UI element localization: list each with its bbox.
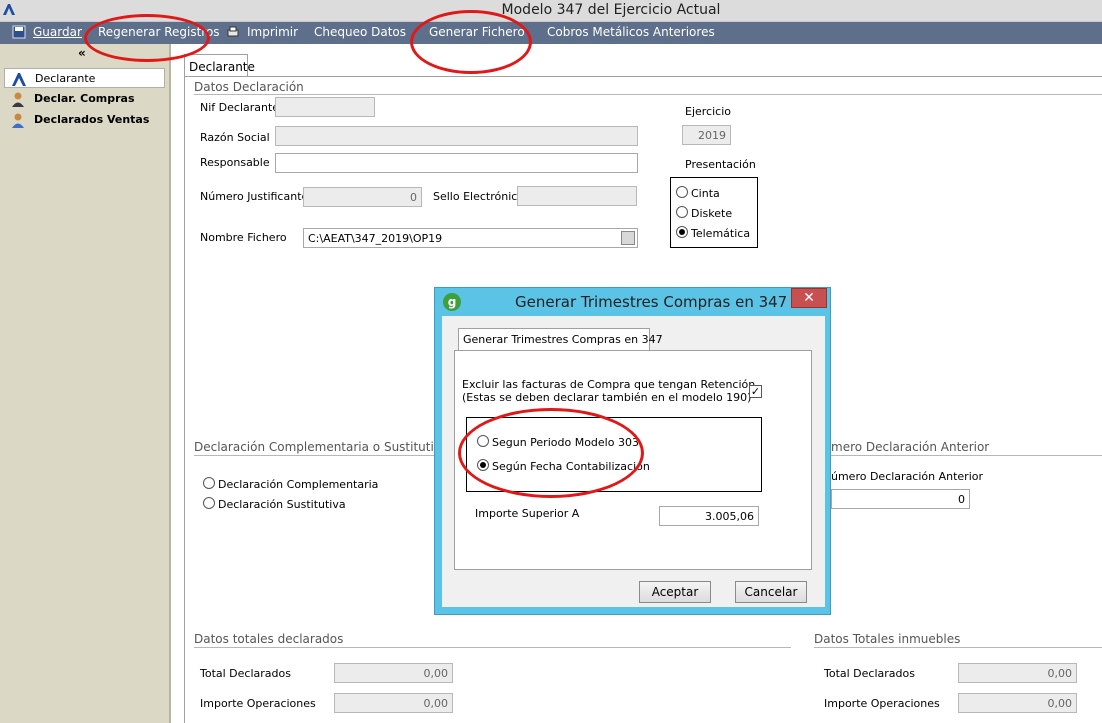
generar-trimestres-dialog: g Generar Trimestres Compras en 347 ✕ Ge… <box>434 287 831 615</box>
radio-diskete[interactable] <box>676 206 688 218</box>
ejercicio-label: Ejercicio <box>685 105 731 118</box>
total-declarados-label: Total Declarados <box>200 667 291 680</box>
tab-declarante[interactable]: Declarante <box>184 54 255 76</box>
tab-baseline <box>184 76 1102 77</box>
inmuebles-total-field[interactable]: 0,00 <box>958 663 1077 683</box>
dialog-tab[interactable]: Generar Trimestres Compras en 347 <box>458 328 663 350</box>
app-g-icon: g <box>443 293 461 311</box>
radio-complementaria[interactable] <box>203 477 215 489</box>
toolbar: Guardar Regenerar Registros Imprimir Che… <box>0 22 1102 44</box>
browse-file-button[interactable] <box>621 231 635 245</box>
inmuebles-total-label: Total Declarados <box>824 667 915 680</box>
responsable-field[interactable] <box>275 153 638 173</box>
presentacion-label: Presentación <box>685 158 756 171</box>
sello-electronico-field[interactable] <box>517 186 637 206</box>
accept-button[interactable]: Aceptar <box>639 581 711 603</box>
radio-telematica[interactable] <box>676 226 688 238</box>
window-titlebar: Modelo 347 del Ejercicio Actual <box>0 0 1102 22</box>
fecha-option-group <box>466 417 762 492</box>
sidebar-collapse-button[interactable]: « <box>78 46 86 60</box>
print-icon <box>227 26 239 37</box>
exclude-retencion-checkbox[interactable]: ✓ <box>749 385 762 398</box>
group-divider <box>194 455 434 456</box>
save-button[interactable]: Guardar <box>33 25 82 39</box>
radio-segun-periodo[interactable] <box>477 435 489 447</box>
radio-complementaria-label: Declaración Complementaria <box>218 478 379 491</box>
inmuebles-importe-field[interactable]: 0,00 <box>958 693 1077 713</box>
group-title-anterior: mero Declaración Anterior <box>831 440 990 454</box>
dialog-panel: Excluir las facturas de Compra que tenga… <box>454 350 812 570</box>
radio-segun-fecha-label: Según Fecha Contabilización <box>492 460 650 473</box>
radio-sustitutiva-label: Declaración Sustitutiva <box>218 498 346 511</box>
responsable-label: Responsable <box>200 156 270 169</box>
previous-cash-payments-button[interactable]: Cobros Metálicos Anteriores <box>547 25 715 39</box>
sidebar-item-label: Declarante <box>35 72 96 85</box>
generate-file-button[interactable]: Generar Fichero <box>429 25 525 39</box>
sidebar-item-label: Declar. Compras <box>34 92 135 105</box>
exclude-label-line1: Excluir las facturas de Compra que tenga… <box>462 378 756 391</box>
sello-electronico-label: Sello Electrónico <box>433 190 525 203</box>
radio-telematica-label: Telemática <box>691 227 751 240</box>
radio-sustitutiva[interactable] <box>203 497 215 509</box>
exclude-label-line2: (Estas se deben declarar también en el m… <box>462 391 752 404</box>
sidebar-item-label: Declarados Ventas <box>34 113 150 126</box>
aeat-logo-icon <box>12 73 26 86</box>
sidebar <box>0 44 171 723</box>
numero-justificante-label: Número Justificante <box>200 190 309 203</box>
close-icon[interactable]: ✕ <box>791 288 827 308</box>
nif-field[interactable] <box>275 97 375 117</box>
radio-segun-periodo-label: Segun Periodo Modelo 303 <box>492 436 639 449</box>
sidebar-item-declarante[interactable]: Declarante <box>4 68 165 88</box>
regenerate-records-button[interactable]: Regenerar Registros <box>98 25 220 39</box>
save-icon <box>12 25 26 39</box>
dialog-title: Generar Trimestres Compras en 347 <box>515 293 788 311</box>
total-declarados-field[interactable]: 0,00 <box>334 663 453 683</box>
tab-left-border <box>184 76 185 723</box>
importe-operaciones-field[interactable]: 0,00 <box>334 693 453 713</box>
user-icon <box>12 113 24 128</box>
print-button[interactable]: Imprimir <box>247 25 298 39</box>
sidebar-item-declarados-ventas[interactable]: Declarados Ventas <box>4 110 165 130</box>
radio-cinta[interactable] <box>676 186 688 198</box>
dialog-body: Generar Trimestres Compras en 347 Exclui… <box>442 316 825 607</box>
cancel-button[interactable]: Cancelar <box>735 581 807 603</box>
group-title-complementaria: Declaración Complementaria o Sustitutiva <box>194 440 449 454</box>
window-title: Modelo 347 del Ejercicio Actual <box>501 2 721 18</box>
user-icon <box>12 92 24 107</box>
radio-segun-fecha[interactable] <box>477 459 489 471</box>
ejercicio-field[interactable]: 2019 <box>682 125 731 145</box>
numero-justificante-field[interactable]: 0 <box>303 187 422 207</box>
group-title-totales: Datos totales declarados <box>194 632 344 646</box>
group-divider <box>194 94 1102 95</box>
group-divider <box>814 647 1102 648</box>
importe-superior-field[interactable]: 3.005,06 <box>659 506 759 526</box>
nombre-fichero-label: Nombre Fichero <box>200 231 287 244</box>
importe-superior-label: Importe Superior A <box>475 507 580 520</box>
nif-label: Nif Declarante <box>200 101 280 114</box>
check-data-button[interactable]: Chequeo Datos <box>314 25 406 39</box>
group-divider <box>831 455 1102 456</box>
razon-social-label: Razón Social <box>200 131 270 144</box>
group-title-inmuebles: Datos Totales inmuebles <box>814 632 961 646</box>
razon-social-field[interactable] <box>275 126 638 146</box>
numero-anterior-field[interactable]: 0 <box>831 489 970 509</box>
numero-anterior-label: úmero Declaración Anterior <box>831 470 984 483</box>
radio-diskete-label: Diskete <box>691 207 733 220</box>
sidebar-item-declar-compras[interactable]: Declar. Compras <box>4 89 165 109</box>
group-divider <box>194 647 791 648</box>
radio-cinta-label: Cinta <box>691 187 720 200</box>
inmuebles-importe-label: Importe Operaciones <box>824 697 940 710</box>
importe-operaciones-label: Importe Operaciones <box>200 697 316 710</box>
group-title-datos: Datos Declaración <box>194 80 304 94</box>
save-button-label: Guardar <box>33 25 82 39</box>
nombre-fichero-field[interactable]: C:\AEAT\347_2019\OP19 <box>303 228 638 248</box>
